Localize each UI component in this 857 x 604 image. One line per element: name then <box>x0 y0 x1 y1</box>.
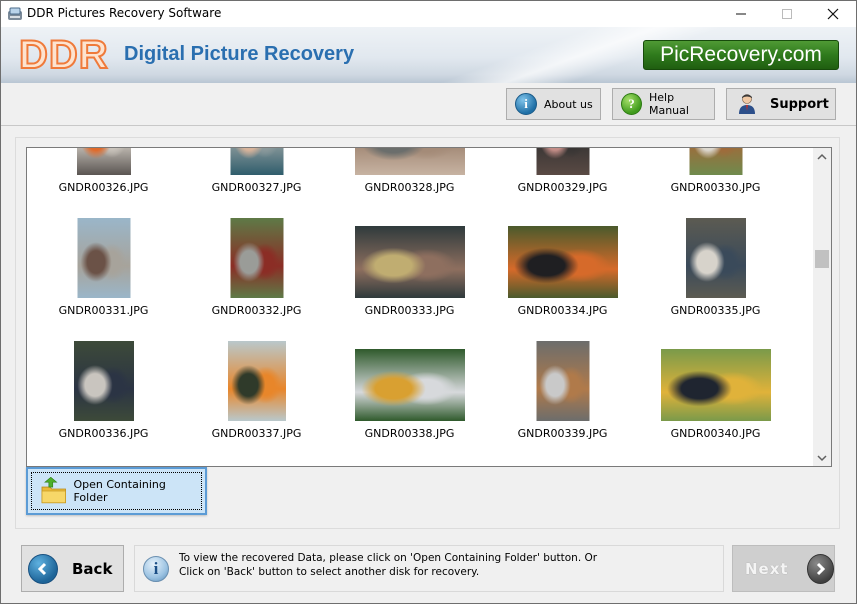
gallery-item[interactable]: GNDR00336.JPG <box>27 312 180 440</box>
open-folder-label: Open Containing Folder <box>73 478 166 504</box>
product-title: Digital Picture Recovery <box>124 43 355 65</box>
thumbnail-image <box>227 341 286 421</box>
thumbnail-image <box>660 349 771 421</box>
thumbnail-image <box>230 148 283 175</box>
gallery-item[interactable]: GNDR00326.JPG <box>27 148 180 194</box>
window-title: DDR Pictures Recovery Software <box>27 6 222 20</box>
scroll-down-button[interactable] <box>813 449 831 466</box>
support-person-icon <box>739 94 755 114</box>
info-icon: i <box>515 93 537 115</box>
gallery-item[interactable]: GNDR00337.JPG <box>180 312 333 440</box>
app-window: DDR Pictures Recovery Software DDR Digit… <box>0 0 857 604</box>
thumbnail-image <box>354 148 465 175</box>
about-us-button[interactable]: i About us <box>506 88 601 120</box>
about-us-label: About us <box>544 97 593 111</box>
info-icon: i <box>143 556 169 582</box>
gallery-item[interactable]: GNDR00327.JPG <box>180 148 333 194</box>
recovered-files-gallery[interactable]: GNDR00326.JPG GNDR00327.JPG GNDR00328.JPG G… <box>26 147 832 467</box>
gallery-item[interactable]: GNDR00333.JPG <box>333 189 486 317</box>
gallery-item[interactable]: GNDR00328.JPG <box>333 148 486 194</box>
open-folder-focus-rect: Open Containing Folder <box>31 472 202 510</box>
thumbnail-image <box>77 218 130 298</box>
instruction-line-2: Click on 'Back' button to select another… <box>179 566 480 578</box>
back-label: Back <box>72 559 113 578</box>
help-manual-label: Help Manual <box>648 91 689 117</box>
instruction-text: To view the recovered Data, please click… <box>179 551 597 579</box>
thumbnail-image <box>230 218 283 298</box>
file-name-label: GNDR00339.JPG <box>517 427 608 440</box>
ddr-logo: DDR <box>18 32 109 78</box>
back-arrow-icon <box>28 553 58 584</box>
question-icon: ? <box>621 93 642 115</box>
next-arrow-icon <box>806 553 834 584</box>
scroll-thumb[interactable] <box>815 250 829 268</box>
thumbnail-image <box>76 148 131 175</box>
thumbnail-image <box>536 148 589 175</box>
instruction-box: i To view the recovered Data, please cli… <box>134 545 724 592</box>
thumbnail-image <box>507 226 618 298</box>
open-containing-folder-button[interactable]: Open Containing Folder <box>26 467 207 515</box>
top-toolbar: i About us ? Help Manual Support <box>1 83 856 126</box>
gallery-item[interactable]: GNDR00332.JPG <box>180 189 333 317</box>
next-button[interactable]: Next <box>732 545 835 592</box>
file-name-label: GNDR00340.JPG <box>670 427 761 440</box>
thumbnail-image <box>685 218 746 298</box>
file-name-label: GNDR00338.JPG <box>364 427 455 440</box>
support-button[interactable]: Support <box>726 88 836 120</box>
thumbnail-image <box>689 148 742 175</box>
gallery-item[interactable]: GNDR00329.JPG <box>486 148 639 194</box>
gallery-item[interactable]: GNDR00334.JPG <box>486 189 639 317</box>
website-link[interactable]: PicRecovery.com <box>643 40 839 70</box>
maximize-button[interactable] <box>764 1 810 27</box>
gallery-item[interactable]: GNDR00340.JPG <box>639 312 792 440</box>
gallery-item[interactable]: GNDR00331.JPG <box>27 189 180 317</box>
minimize-icon <box>736 13 746 15</box>
gallery-item[interactable]: GNDR00330.JPG <box>639 148 792 194</box>
support-label: Support <box>770 96 829 112</box>
back-button[interactable]: Back <box>21 545 124 592</box>
scroll-up-button[interactable] <box>813 148 831 165</box>
close-icon <box>827 8 839 20</box>
title-bar: DDR Pictures Recovery Software <box>1 1 856 27</box>
thumbnail-image <box>536 341 589 421</box>
folder-open-icon <box>41 477 66 504</box>
maximize-icon <box>782 9 792 19</box>
gallery-item[interactable]: GNDR00338.JPG <box>333 312 486 440</box>
thumbnail-image <box>354 349 465 421</box>
thumbnail-image <box>73 341 134 421</box>
next-label: Next <box>745 559 789 578</box>
minimize-button[interactable] <box>718 1 764 27</box>
chevron-up-icon <box>817 153 827 160</box>
instruction-line-1: To view the recovered Data, please click… <box>179 552 598 564</box>
file-name-label: GNDR00336.JPG <box>58 427 149 440</box>
close-button[interactable] <box>810 1 856 27</box>
gallery-item[interactable]: GNDR00339.JPG <box>486 312 639 440</box>
app-icon <box>8 7 22 20</box>
gallery-item[interactable]: GNDR00335.JPG <box>639 189 792 317</box>
file-name-label: GNDR00337.JPG <box>211 427 302 440</box>
header-banner: DDR Digital Picture Recovery PicRecovery… <box>1 27 856 83</box>
thumbnail-image <box>354 226 465 298</box>
chevron-down-icon <box>817 454 827 461</box>
help-manual-button[interactable]: ? Help Manual <box>612 88 715 120</box>
gallery-scrollbar[interactable] <box>813 148 831 466</box>
